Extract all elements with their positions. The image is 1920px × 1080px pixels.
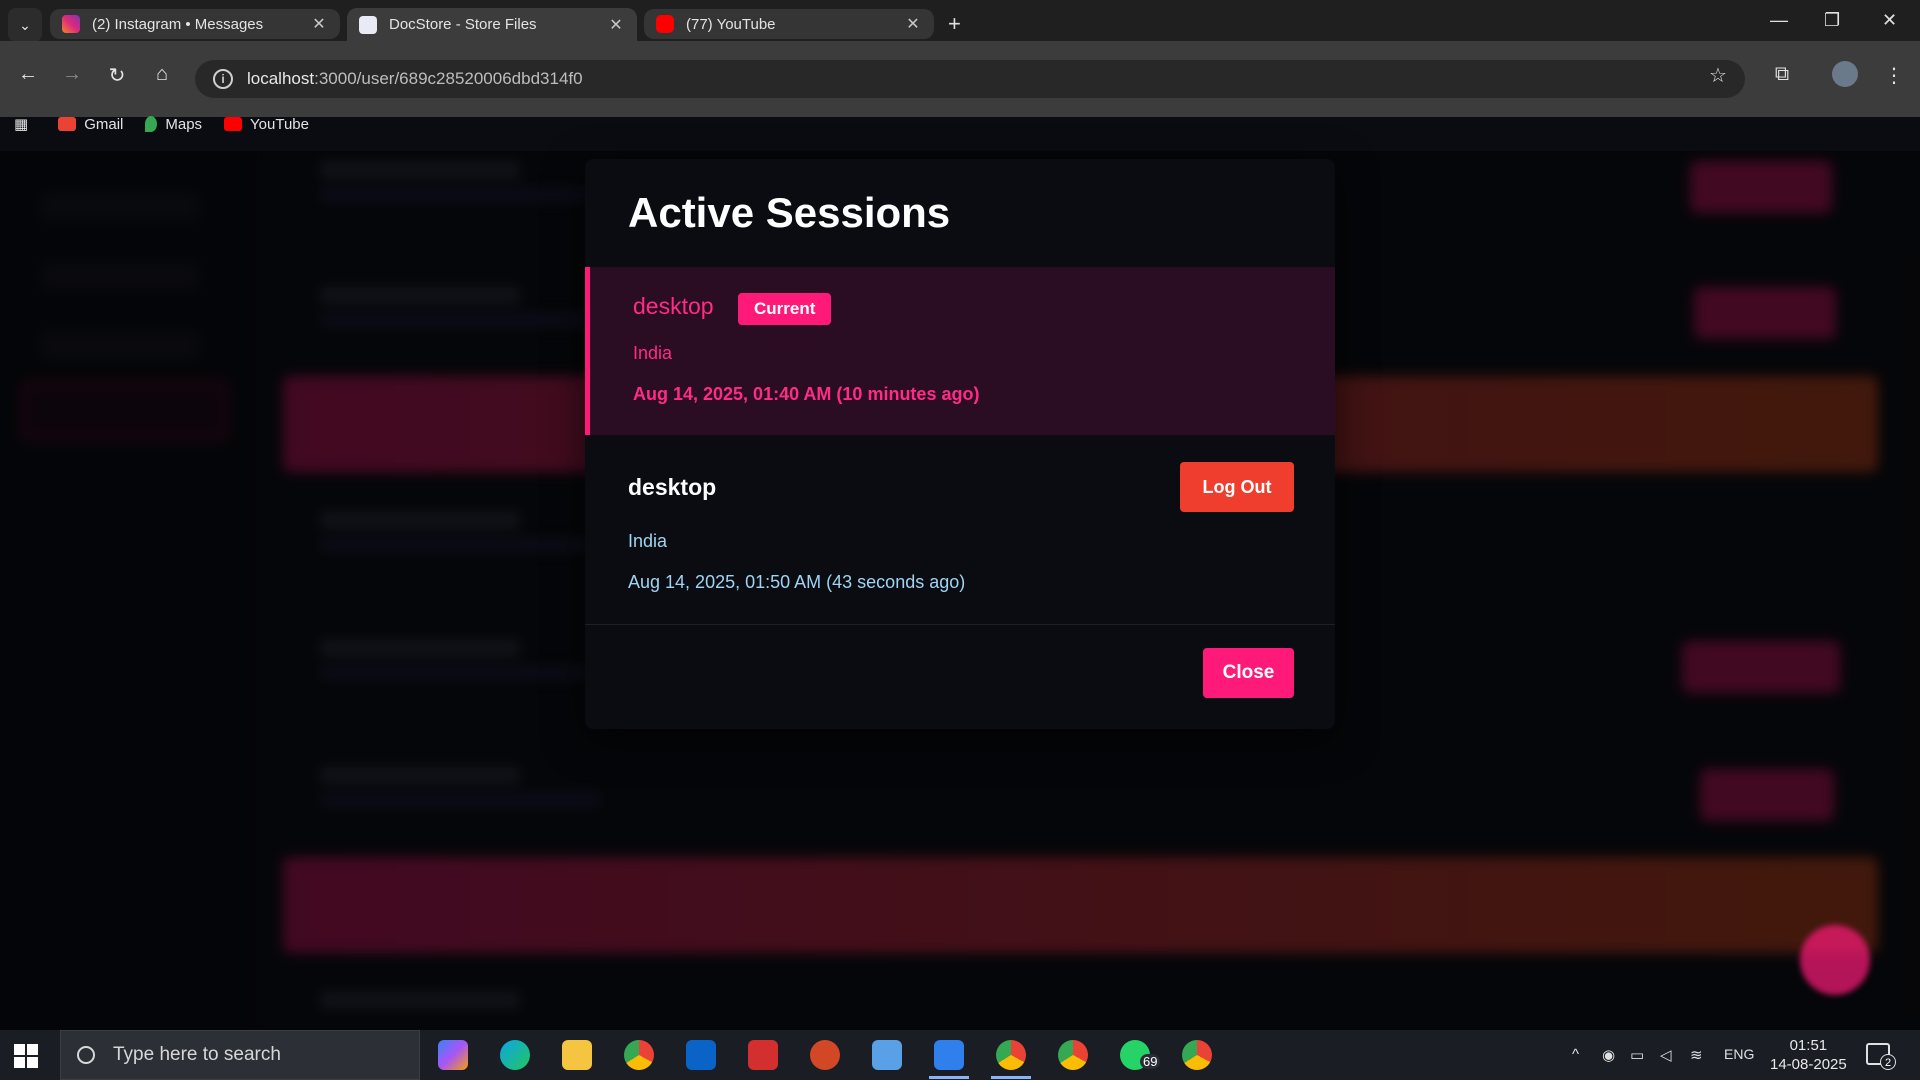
gmail-icon [58, 117, 77, 131]
reload-icon[interactable]: ↻ [103, 63, 131, 88]
vscode-icon[interactable] [934, 1040, 964, 1070]
wifi-icon[interactable]: ≋ [1690, 1046, 1703, 1064]
search-placeholder: Type here to search [113, 1044, 281, 1065]
floating-action-button [1800, 925, 1870, 995]
bookmarks-bar: ▦ Gmail Maps YouTube [0, 108, 1920, 140]
remote-desktop-icon[interactable] [872, 1040, 902, 1070]
url-path: :3000/user/689c28520006dbd314f0 [314, 69, 583, 88]
forward-arrow-icon[interactable]: → [58, 63, 86, 86]
address-bar[interactable]: i localhost :3000/user/689c28520006dbd31… [195, 60, 1745, 98]
youtube-icon [656, 15, 674, 33]
tab-docstore[interactable]: DocStore - Store Files ✕ [347, 8, 637, 41]
bookmark-youtube[interactable]: YouTube [224, 116, 309, 133]
tab-title: (2) Instagram • Messages [92, 15, 264, 33]
chrome-profile-icon[interactable] [996, 1040, 1026, 1070]
menu-kebab-icon[interactable]: ⋮ [1880, 63, 1908, 88]
back-arrow-icon[interactable]: ← [14, 63, 42, 86]
browser-tab-bar: ⌄ (2) Instagram • Messages ✕ DocStore - … [0, 0, 1920, 42]
log-out-button[interactable]: Log Out [1180, 462, 1294, 512]
docstore-icon [359, 15, 377, 34]
restore-icon[interactable]: ❐ [1824, 10, 1840, 31]
taskbar-search-box[interactable]: Type here to search [60, 1030, 420, 1080]
file-explorer-icon[interactable] [562, 1040, 592, 1070]
bookmark-label: Maps [165, 115, 203, 133]
taskbar-clock[interactable]: 01:51 14-08-2025 [1770, 1036, 1847, 1074]
bookmark-label: Gmail [84, 115, 124, 133]
clock-time: 01:51 [1789, 1037, 1828, 1054]
profile-avatar[interactable] [1832, 61, 1858, 87]
instagram-icon [62, 15, 80, 33]
search-icon [77, 1046, 95, 1064]
tab-search-chevron-icon[interactable]: ⌄ [8, 8, 42, 42]
modal-title: Active Sessions [628, 189, 951, 236]
chrome-icon[interactable] [1058, 1040, 1088, 1070]
session-location: India [633, 343, 673, 363]
close-icon[interactable]: ✕ [607, 15, 625, 35]
active-sessions-modal: Active Sessions desktop Current India Au… [585, 159, 1335, 729]
site-info-icon[interactable]: i [213, 69, 233, 89]
battery-icon[interactable]: ▭ [1630, 1046, 1644, 1064]
youtube-icon [224, 117, 243, 131]
acrobat-icon[interactable] [748, 1040, 778, 1070]
tab-instagram[interactable]: (2) Instagram • Messages ✕ [50, 9, 340, 39]
new-tab-plus-icon[interactable]: + [948, 12, 961, 36]
windows-taskbar: Type here to search 69 ^ ◉ ▭ ◁ ≋ ENG 01:… [0, 1030, 1920, 1080]
other-session-card: desktop Log Out India Aug 14, 2025, 01:5… [585, 435, 1335, 625]
url-host: localhost [247, 69, 315, 88]
powerpoint-icon[interactable] [810, 1040, 840, 1070]
chrome-icon[interactable] [624, 1040, 654, 1070]
clock-date: 14-08-2025 [1770, 1056, 1847, 1073]
bookmark-star-icon[interactable]: ☆ [1704, 63, 1732, 88]
app-running-indicator [991, 1076, 1031, 1079]
bookmark-label: YouTube [250, 115, 309, 133]
window-close-icon[interactable]: ✕ [1882, 10, 1897, 31]
tab-title: DocStore - Store Files [389, 16, 537, 33]
tab-youtube[interactable]: (77) YouTube ✕ [644, 9, 934, 39]
maps-pin-icon [145, 116, 158, 132]
bookmark-maps[interactable]: Maps [145, 116, 202, 133]
close-icon[interactable]: ✕ [310, 14, 328, 34]
close-button[interactable]: Close [1203, 648, 1294, 698]
session-device: desktop [628, 474, 717, 500]
session-location: India [628, 531, 668, 551]
language-indicator[interactable]: ENG [1724, 1046, 1754, 1062]
apps-grid-icon[interactable]: ▦ [14, 115, 28, 133]
session-time: Aug 14, 2025, 01:40 AM (10 minutes ago) [633, 384, 980, 404]
session-device: desktop [633, 293, 714, 319]
copilot-icon[interactable] [438, 1040, 468, 1070]
extensions-puzzle-icon[interactable]: ⧉ [1768, 63, 1796, 86]
home-icon[interactable]: ⌂ [148, 63, 176, 86]
outlook-icon[interactable] [686, 1040, 716, 1070]
minimize-icon[interactable]: — [1770, 10, 1788, 31]
current-badge: Current [738, 293, 832, 325]
whatsapp-badge: 69 [1140, 1054, 1161, 1069]
chrome-icon[interactable] [1182, 1040, 1212, 1070]
windows-start-icon[interactable] [14, 1044, 38, 1068]
close-icon[interactable]: ✕ [904, 14, 922, 34]
notifications-count: 2 [1880, 1054, 1896, 1070]
chevron-up-icon[interactable]: ^ [1572, 1046, 1579, 1063]
tab-title: (77) YouTube [686, 15, 776, 33]
volume-icon[interactable]: ◁ [1660, 1046, 1672, 1064]
session-time: Aug 14, 2025, 01:50 AM (43 seconds ago) [628, 572, 966, 592]
record-icon[interactable]: ◉ [1602, 1046, 1615, 1064]
edge-icon[interactable] [500, 1040, 530, 1070]
app-running-indicator [929, 1076, 969, 1079]
current-session-card: desktop Current India Aug 14, 2025, 01:4… [585, 267, 1335, 435]
bookmark-gmail[interactable]: Gmail [58, 116, 123, 133]
